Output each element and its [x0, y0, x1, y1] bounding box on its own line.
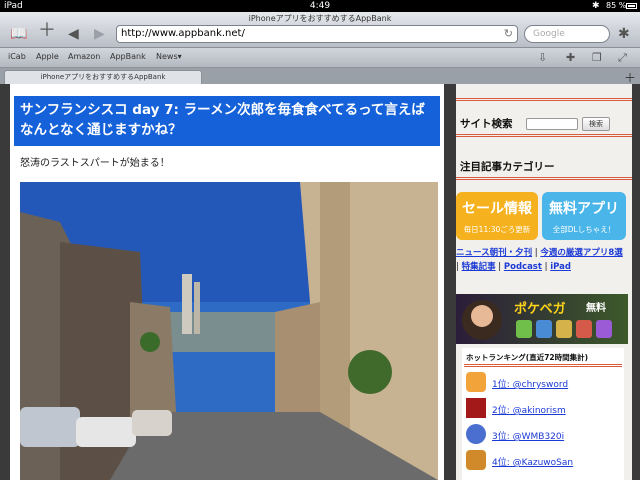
- article-column: サンフランシスコ day 7: ラーメン次郎を毎食食べてるって言えばなんとなく通…: [10, 84, 444, 480]
- site-search-title: サイト検索: [460, 118, 513, 130]
- add-icon[interactable]: ＋: [38, 22, 56, 40]
- site-search-input[interactable]: [526, 118, 578, 130]
- sale-banner-title: セール情報: [462, 201, 532, 217]
- back-icon[interactable]: ◀: [68, 27, 79, 41]
- search-input[interactable]: Google: [524, 25, 610, 43]
- ranking-box: ホットランキング(直近72時間集計) 1位: @chrysword 2位: @a…: [462, 348, 624, 480]
- avatar: [466, 398, 486, 418]
- ranking-item[interactable]: 2位: @akinorism: [466, 398, 624, 420]
- web-content: サンフランシスコ day 7: ラーメン次郎を毎食食べてるって言えばなんとなく通…: [0, 84, 640, 480]
- url-text: http://www.appbank.net/: [121, 28, 245, 39]
- avatar: [466, 450, 486, 470]
- bookmark-icab[interactable]: iCab: [8, 52, 26, 61]
- bluetooth-icon: ✱: [592, 1, 600, 11]
- windows-icon[interactable]: ❐: [592, 51, 602, 64]
- sidebar: サイト検索 検索 注目記事カテゴリー セール情報 毎日11:30ごろ更新 無料ア…: [456, 84, 632, 480]
- sidebar-rule: [456, 98, 632, 101]
- article-lead: 怒涛のラストスパートが始まる！: [20, 158, 170, 169]
- page-title: iPhoneアプリをおすすめするAppBank: [248, 14, 392, 23]
- ad-free-tag: 無料: [586, 303, 606, 314]
- category-links: ニュース朝刊・夕刊 | 今週の厳選アプリ8選 | 特集記事 | Podcast …: [456, 248, 623, 272]
- ranking-item[interactable]: 1位: @chrysword: [466, 372, 624, 394]
- sale-banner[interactable]: セール情報 毎日11:30ごろ更新: [456, 192, 538, 240]
- bookmarks-icon[interactable]: 📖: [10, 27, 27, 41]
- article-photo[interactable]: [20, 182, 438, 480]
- site-search-button[interactable]: 検索: [582, 117, 610, 131]
- link-news[interactable]: ニュース朝刊・夕刊: [456, 248, 532, 258]
- ad-banner[interactable]: ポケベガ 無料: [456, 294, 628, 344]
- puzzle-icon[interactable]: ✚: [566, 51, 575, 64]
- bookmark-apple[interactable]: Apple: [36, 52, 59, 61]
- ranking-user[interactable]: 3位: @WMB320i: [492, 429, 564, 442]
- avatar: [466, 372, 486, 392]
- reload-icon[interactable]: ↻: [504, 26, 513, 42]
- free-banner-title: 無料アプリ: [549, 201, 619, 217]
- free-banner-sub: 全部DLしちゃえ！: [552, 225, 616, 234]
- battery-percent: 85 %: [606, 1, 627, 10]
- bookmarks-bar: iCab Apple Amazon AppBank News▾ ⇩ ✚ ❐ ⤢: [0, 48, 640, 68]
- forward-icon[interactable]: ▶: [94, 27, 105, 41]
- article-headline[interactable]: サンフランシスコ day 7: ラーメン次郎を毎食食べてるって言えばなんとなく通…: [14, 96, 440, 146]
- tab-bar: iPhoneアプリをおすすめするAppBank ＋: [0, 68, 640, 85]
- status-bar: iPad 4:49 ✱ 85 %: [0, 0, 640, 12]
- fullscreen-icon[interactable]: ⤢: [618, 51, 627, 65]
- ranking-rule: [464, 364, 622, 367]
- link-features[interactable]: 特集記事: [462, 262, 496, 272]
- bookmark-appbank[interactable]: AppBank: [110, 52, 146, 61]
- ranking-item[interactable]: 3位: @WMB320i: [466, 424, 624, 446]
- link-podcast[interactable]: Podcast: [504, 262, 542, 272]
- bookmark-news[interactable]: News▾: [156, 52, 182, 61]
- browser-toolbar: iPhoneアプリをおすすめするAppBank 📖 ＋ ◀ ▶ http://w…: [0, 12, 640, 48]
- gear-icon[interactable]: ✱: [618, 26, 630, 42]
- street-photo: [20, 182, 438, 480]
- ranking-item[interactable]: 4位: @KazuwoSan: [466, 450, 624, 472]
- free-apps-banner[interactable]: 無料アプリ 全部DLしちゃえ！: [542, 192, 626, 240]
- ranking-user[interactable]: 4位: @KazuwoSan: [492, 455, 573, 468]
- link-weekly[interactable]: 今週の厳選アプリ8選: [540, 248, 622, 258]
- ranking-user[interactable]: 1位: @chrysword: [492, 377, 568, 390]
- avatar: [466, 424, 486, 444]
- tab-appbank[interactable]: iPhoneアプリをおすすめするAppBank: [4, 70, 202, 84]
- link-ipad[interactable]: iPad: [550, 262, 571, 272]
- battery-icon: [626, 3, 637, 9]
- url-field[interactable]: http://www.appbank.net/ ↻: [116, 25, 518, 43]
- sale-banner-sub: 毎日11:30ごろ更新: [463, 225, 531, 234]
- categories-title: 注目記事カテゴリー: [460, 161, 555, 173]
- download-icon[interactable]: ⇩: [538, 51, 547, 64]
- ranking-title: ホットランキング(直近72時間集計): [466, 353, 589, 362]
- ranking-user[interactable]: 2位: @akinorism: [492, 403, 566, 416]
- sidebar-rule: [456, 177, 632, 180]
- status-time: 4:49: [309, 1, 331, 11]
- sidebar-rule: [456, 134, 632, 137]
- ad-title: ポケベガ: [514, 302, 566, 317]
- bookmark-amazon[interactable]: Amazon: [68, 52, 100, 61]
